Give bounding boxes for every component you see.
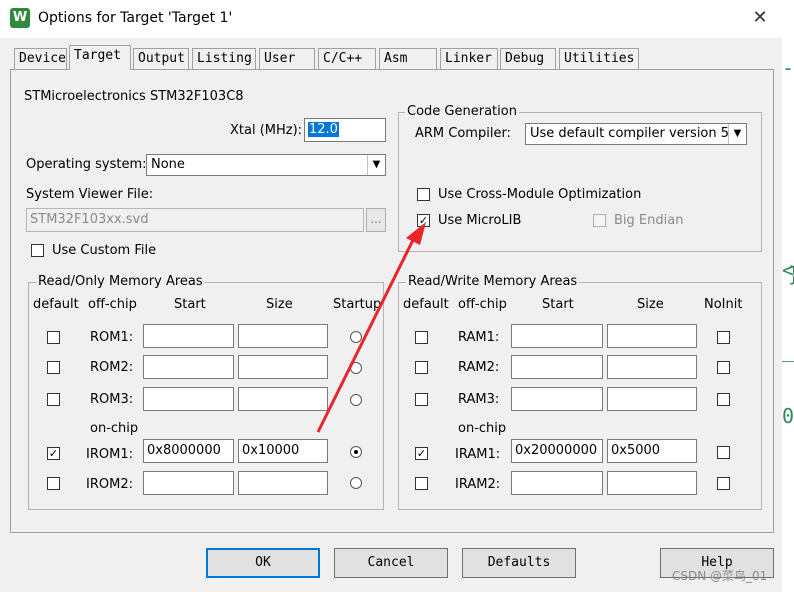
annotation-arrow-head xyxy=(406,222,426,245)
annotation-arrow-shaft xyxy=(316,237,416,433)
tab-target[interactable]: Target xyxy=(69,45,131,70)
annotation-arrow-icon xyxy=(316,222,426,433)
